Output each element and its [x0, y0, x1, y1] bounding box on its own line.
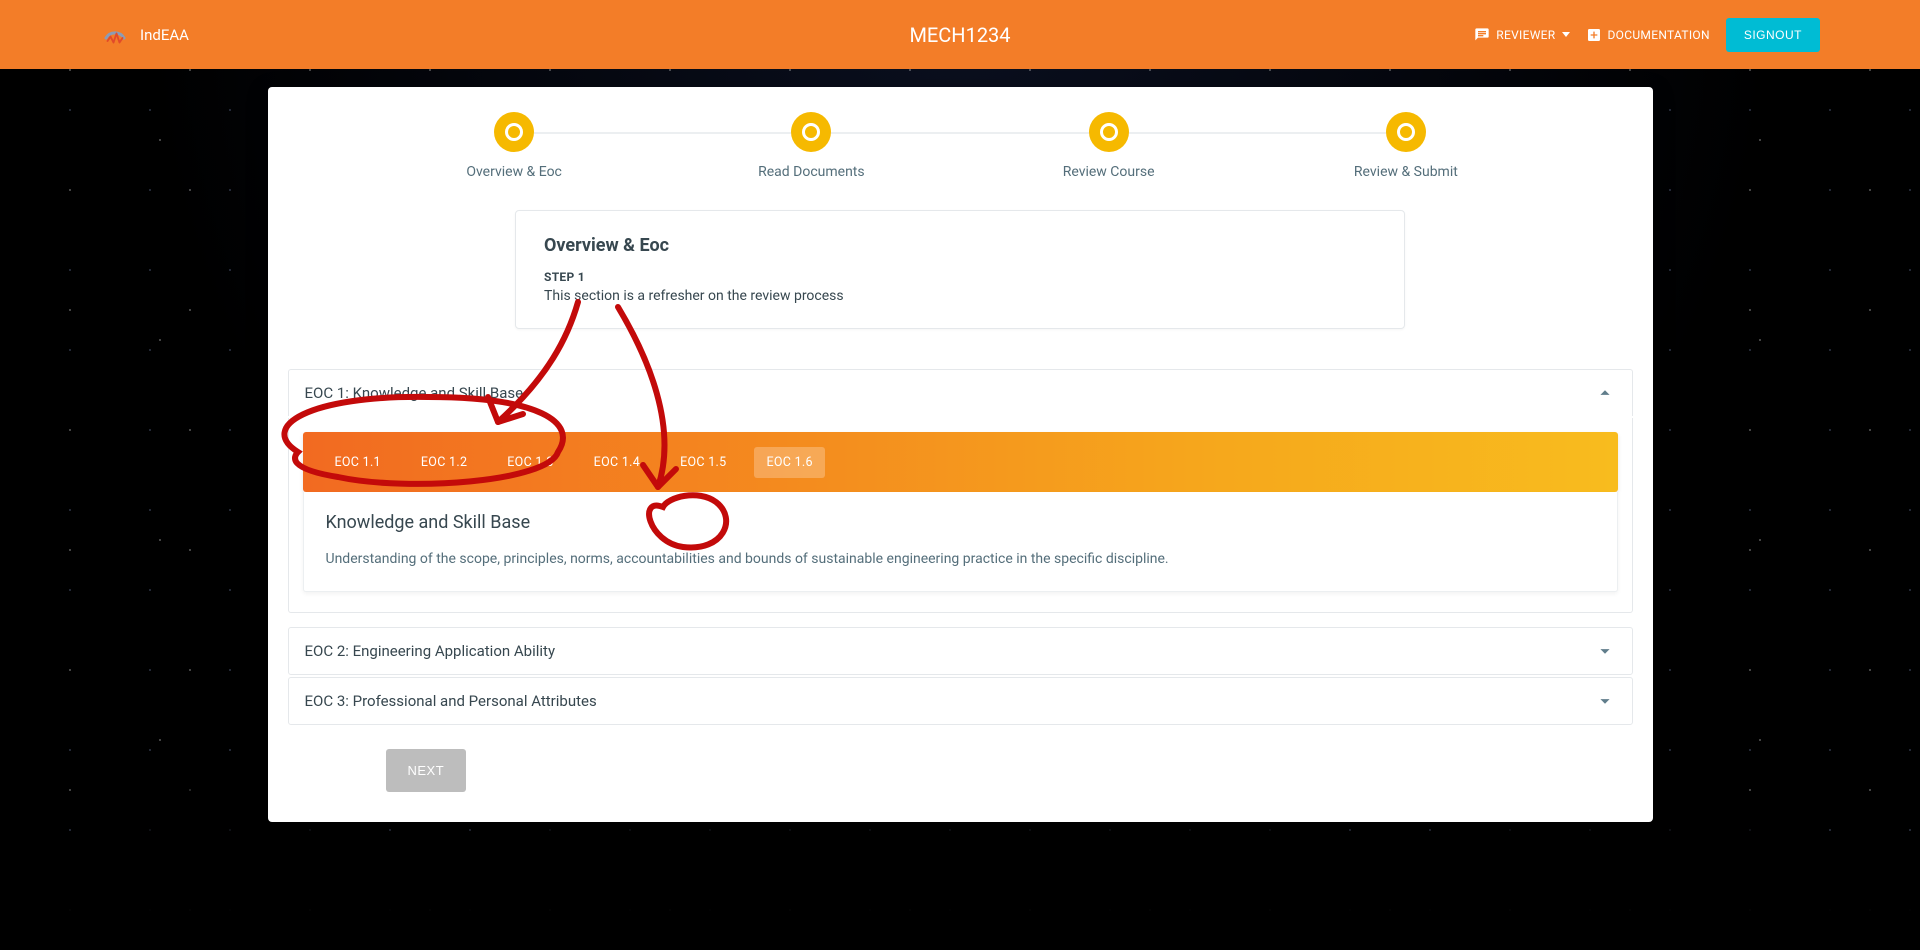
header-right: REVIEWER DOCUMENTATION SIGNOUT — [1474, 18, 1820, 52]
chevron-up-icon — [1594, 382, 1616, 404]
accordion-eoc-1: EOC 1: Knowledge and Skill Base EOC 1.1 … — [288, 369, 1633, 613]
accordion-eoc-3: EOC 3: Professional and Personal Attribu… — [288, 677, 1633, 725]
step-read-documents[interactable]: Read Documents — [663, 112, 960, 180]
tab-eoc-1-6[interactable]: EOC 1.6 — [754, 447, 824, 478]
review-icon — [1474, 27, 1490, 43]
tab-eoc-1-4[interactable]: EOC 1.4 — [582, 447, 652, 478]
step-circle-icon — [791, 112, 831, 152]
tab-eoc-1-5[interactable]: EOC 1.5 — [668, 447, 738, 478]
accordion-title: EOC 1: Knowledge and Skill Base — [305, 384, 524, 402]
next-button[interactable]: NEXT — [386, 749, 467, 792]
tab-eoc-1-1[interactable]: EOC 1.1 — [323, 447, 393, 478]
stepper: Overview & Eoc Read Documents Review Cou… — [366, 112, 1555, 180]
step-review-course[interactable]: Review Course — [960, 112, 1257, 180]
chevron-down-icon — [1594, 640, 1616, 662]
accordion-title: EOC 3: Professional and Personal Attribu… — [305, 692, 597, 710]
chevron-down-icon — [1594, 690, 1616, 712]
signout-button[interactable]: SIGNOUT — [1726, 18, 1820, 52]
accordion-title: EOC 2: Engineering Application Ability — [305, 642, 556, 660]
step-overview[interactable]: Overview & Eoc — [366, 112, 663, 180]
accordion-header-eoc-3[interactable]: EOC 3: Professional and Personal Attribu… — [288, 677, 1633, 725]
accordion-eoc-2: EOC 2: Engineering Application Ability — [288, 627, 1633, 675]
reviewer-label: REVIEWER — [1496, 28, 1555, 42]
overview-step-label: STEP 1 — [544, 270, 1376, 284]
tab-eoc-1-2[interactable]: EOC 1.2 — [409, 447, 479, 478]
eoc-tabs: EOC 1.1 EOC 1.2 EOC 1.3 EOC 1.4 EOC 1.5 … — [303, 432, 1618, 492]
overview-title: Overview & Eoc — [544, 235, 1376, 256]
page-title: MECH1234 — [909, 23, 1010, 47]
eoc-content-description: Understanding of the scope, principles, … — [326, 551, 1595, 567]
documentation-link[interactable]: DOCUMENTATION — [1586, 27, 1710, 43]
accordion-header-eoc-1[interactable]: EOC 1: Knowledge and Skill Base — [288, 369, 1633, 416]
documentation-label: DOCUMENTATION — [1608, 28, 1710, 42]
eoc-content: Knowledge and Skill Base Understanding o… — [303, 492, 1618, 592]
step-review-submit[interactable]: Review & Submit — [1257, 112, 1554, 180]
step-circle-icon — [494, 112, 534, 152]
plus-box-icon — [1586, 27, 1602, 43]
main-card: Overview & Eoc Read Documents Review Cou… — [268, 87, 1653, 822]
brand-name: IndEAA — [140, 26, 189, 44]
accordion-body-eoc-1: EOC 1.1 EOC 1.2 EOC 1.3 EOC 1.4 EOC 1.5 … — [288, 418, 1633, 613]
step-circle-icon — [1386, 112, 1426, 152]
step-circle-icon — [1089, 112, 1129, 152]
overview-description: This section is a refresher on the revie… — [544, 288, 1376, 304]
overview-box: Overview & Eoc STEP 1 This section is a … — [515, 210, 1405, 329]
chevron-down-icon — [1562, 32, 1570, 37]
brand[interactable]: IndEAA — [100, 20, 189, 50]
logo-icon — [100, 20, 130, 50]
eoc-content-title: Knowledge and Skill Base — [326, 512, 1595, 533]
tab-eoc-1-3[interactable]: EOC 1.3 — [495, 447, 565, 478]
app-header: IndEAA MECH1234 REVIEWER DOCUMENTATION S… — [0, 0, 1920, 69]
accordion-header-eoc-2[interactable]: EOC 2: Engineering Application Ability — [288, 627, 1633, 675]
reviewer-menu[interactable]: REVIEWER — [1474, 27, 1569, 43]
